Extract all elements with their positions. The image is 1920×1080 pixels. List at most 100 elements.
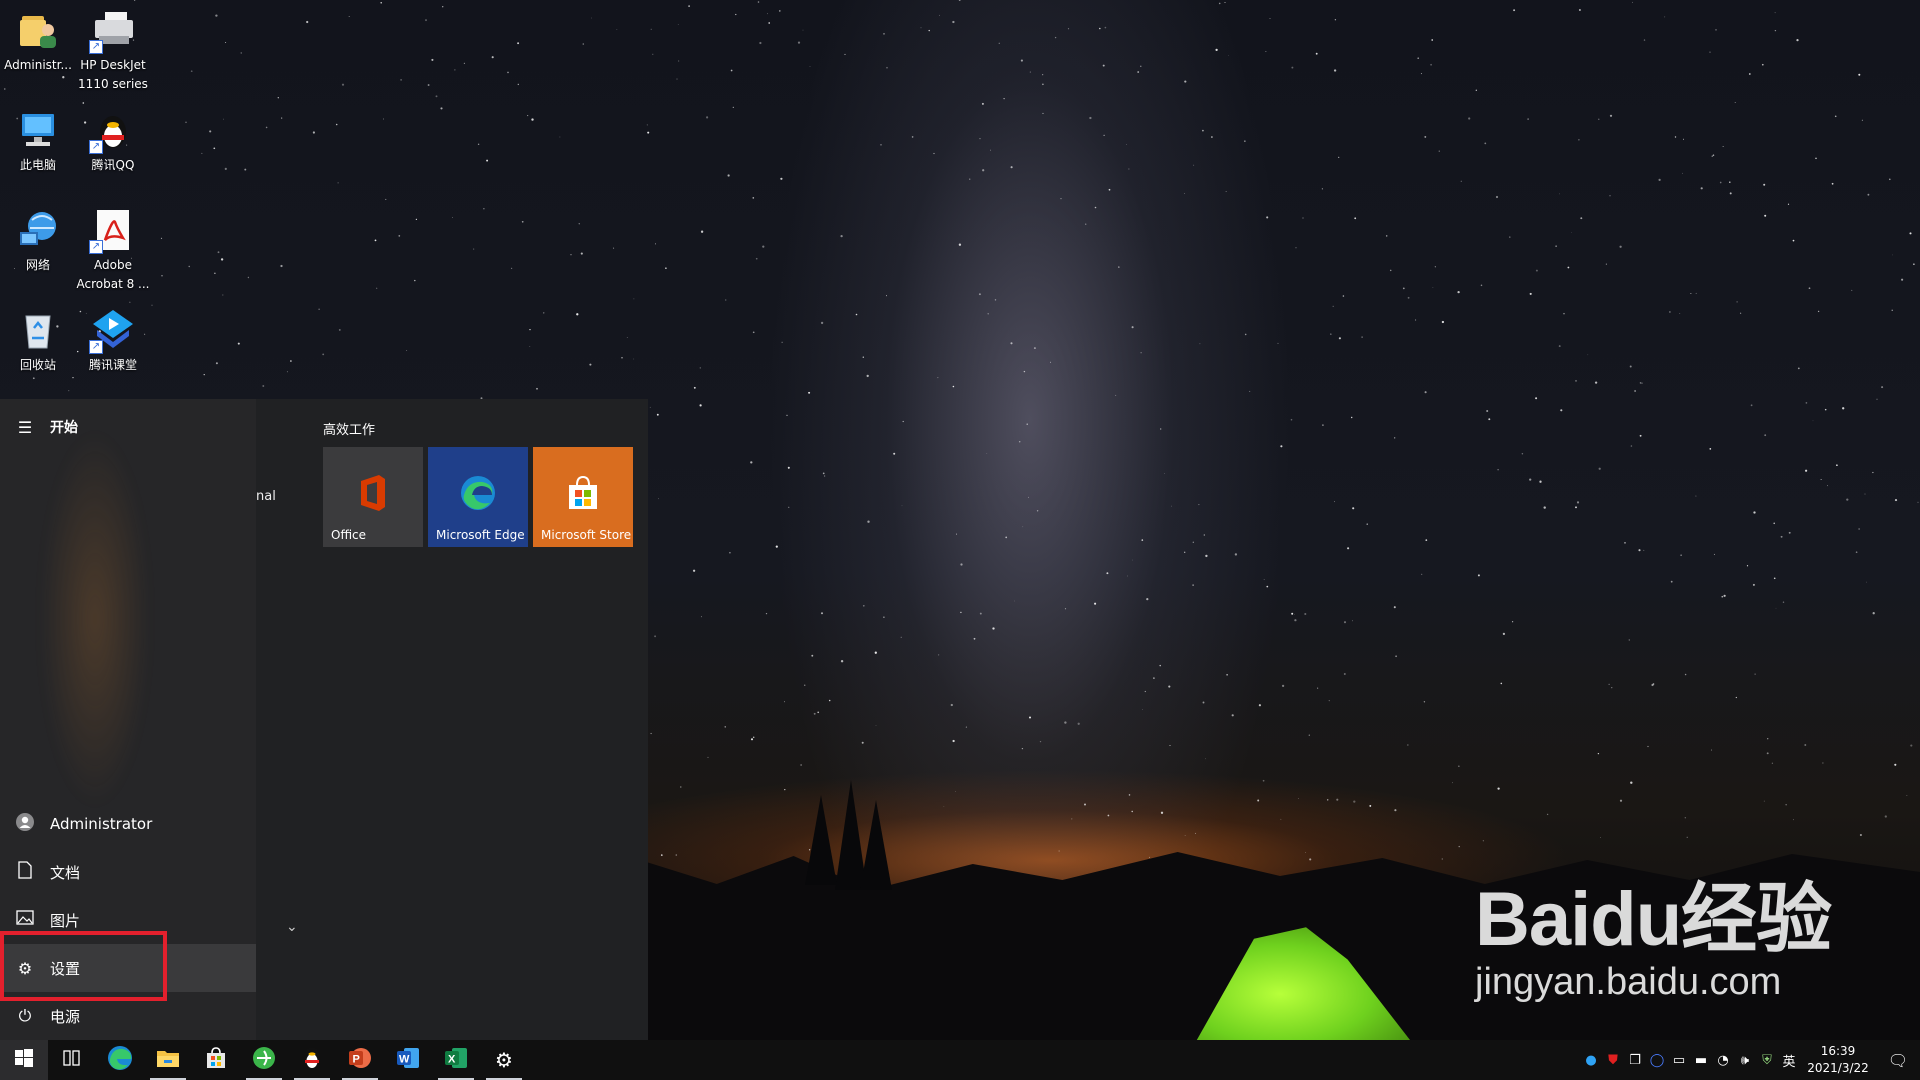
rail-item-documents[interactable]: 文档 [0, 848, 256, 896]
tile-group-title[interactable]: 高效工作 [323, 419, 375, 438]
svg-text:P: P [353, 1054, 360, 1066]
ime-indicator[interactable]: 英 [1778, 1051, 1800, 1070]
tray-security-shield-icon[interactable]: ⛊ [1602, 1053, 1624, 1068]
star [477, 143, 480, 146]
tray-window-icon[interactable]: ❐ [1624, 1053, 1646, 1068]
star [1118, 266, 1120, 268]
star [778, 10, 781, 12]
star [1452, 782, 1453, 784]
star [1297, 798, 1299, 799]
star [262, 385, 265, 387]
star [1280, 818, 1282, 820]
star [425, 19, 427, 22]
star [699, 367, 701, 369]
document-icon [0, 861, 50, 883]
star [1752, 583, 1755, 586]
star [483, 208, 485, 210]
star [1407, 296, 1410, 299]
taskbar-file-explorer[interactable] [144, 1040, 192, 1080]
acrobat-pdf-icon: ↗ [89, 208, 135, 254]
star [688, 5, 690, 7]
star [215, 362, 218, 365]
taskbar-settings[interactable]: ⚙ [480, 1040, 528, 1080]
start-menu-expand-button[interactable]: ☰ 开始 [0, 403, 256, 451]
start-button[interactable] [0, 1040, 48, 1080]
star [979, 612, 982, 615]
star [220, 258, 224, 261]
desktop-icon-hp-deskjet[interactable]: ↗ HP DeskJet 1110 series [75, 0, 151, 92]
star [527, 115, 529, 117]
star [1575, 380, 1577, 382]
star [1822, 762, 1824, 764]
star [1094, 206, 1097, 209]
notification-center-icon[interactable]: 🗨 [1876, 1051, 1920, 1070]
taskbar-word[interactable]: W [384, 1040, 432, 1080]
star [1132, 559, 1133, 561]
star [883, 33, 885, 35]
desktop-icon-recycle-bin[interactable]: 回收站 [0, 300, 76, 373]
tile-office[interactable]: Office [323, 447, 423, 547]
desktop-icon-administrator[interactable]: Administr... [0, 0, 76, 73]
star [62, 76, 65, 79]
star [543, 312, 545, 314]
star [1815, 157, 1817, 160]
tray-circle-icon[interactable]: ◯ [1646, 1053, 1668, 1068]
star [1767, 738, 1769, 740]
tray-app-icon[interactable]: ● [1580, 1053, 1602, 1068]
star [400, 79, 402, 81]
battery-icon[interactable]: ▬ [1690, 1053, 1712, 1068]
star [1354, 217, 1357, 220]
chevron-down-icon[interactable]: ⌄ [286, 919, 298, 935]
taskbar-store[interactable] [192, 1040, 240, 1080]
tile-microsoft-store[interactable]: Microsoft Store [533, 447, 633, 547]
star [1249, 390, 1251, 392]
star [804, 684, 806, 686]
star [431, 58, 434, 61]
app-list-entry-partial[interactable]: nal [256, 489, 276, 504]
star [1475, 89, 1477, 91]
desktop-icon-network[interactable]: 网络 [0, 200, 76, 273]
star [1193, 164, 1195, 166]
taskbar-browser-360[interactable] [240, 1040, 288, 1080]
star [992, 627, 995, 630]
star [1131, 326, 1134, 329]
star [1788, 531, 1791, 534]
taskbar-clock[interactable]: 16:39 2021/3/22 [1800, 1043, 1876, 1077]
star [811, 654, 814, 657]
star [1555, 245, 1557, 247]
star [559, 136, 561, 138]
star [866, 374, 869, 378]
desktop-icon-this-pc[interactable]: 此电脑 [0, 100, 76, 173]
taskbar-excel[interactable]: X [432, 1040, 480, 1080]
star [652, 53, 654, 55]
star [900, 636, 902, 638]
desktop-icon-qq[interactable]: ↗ 腾讯QQ [75, 100, 151, 173]
star [675, 854, 678, 856]
taskbar-edge[interactable] [96, 1040, 144, 1080]
star [1106, 572, 1109, 575]
tile-label: Microsoft Store [541, 528, 632, 542]
star [570, 254, 572, 256]
wifi-icon[interactable]: ◔ [1712, 1053, 1734, 1068]
desktop-icon-adobe-acrobat[interactable]: ↗ Adobe Acrobat 8 ... [75, 200, 151, 292]
rail-item-account[interactable]: Administrator [0, 800, 256, 848]
star [1721, 595, 1724, 598]
desktop-icon-label: 回收站 [19, 358, 56, 372]
taskbar-task-view[interactable] [48, 1040, 96, 1080]
star [1184, 551, 1186, 553]
star [1608, 683, 1610, 686]
star [1099, 27, 1101, 30]
tray-display-icon[interactable]: ▭ [1668, 1053, 1690, 1068]
star [765, 612, 768, 615]
desktop-icon-label: Administr... [4, 58, 72, 72]
star [1658, 178, 1661, 182]
star [1003, 97, 1005, 100]
desktop-icon-tencent-classroom[interactable]: ↗ 腾讯课堂 [75, 300, 151, 373]
tile-microsoft-edge[interactable]: Microsoft Edge [428, 447, 528, 547]
taskbar-powerpoint[interactable]: P [336, 1040, 384, 1080]
tray-shield-icon[interactable]: ⛨ [1756, 1053, 1778, 1068]
volume-icon[interactable]: 🕪 [1734, 1053, 1756, 1068]
taskbar-qq[interactable] [288, 1040, 336, 1080]
star [1609, 195, 1611, 197]
powerpoint-icon: P [348, 1046, 372, 1074]
